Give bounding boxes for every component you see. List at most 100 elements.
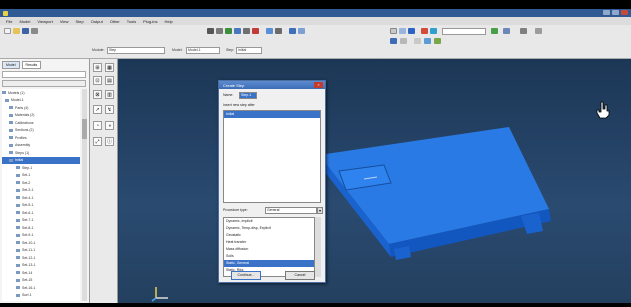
tree-item[interactable]: Set-7-1 bbox=[2, 217, 80, 225]
options-icon[interactable] bbox=[430, 28, 437, 34]
color-icon[interactable] bbox=[491, 28, 498, 34]
tree-item[interactable]: Steps (1) bbox=[2, 149, 80, 157]
magnify-icon[interactable] bbox=[234, 28, 241, 34]
remove-icon[interactable] bbox=[414, 38, 421, 44]
close-button[interactable] bbox=[621, 10, 628, 15]
menu-item-5[interactable]: Output bbox=[91, 19, 103, 24]
tree-item[interactable]: Assembly bbox=[2, 142, 80, 150]
box-zoom-icon[interactable] bbox=[252, 28, 259, 34]
query-tool[interactable]: ⤢ bbox=[93, 137, 102, 146]
menu-item-2[interactable]: Viewport bbox=[37, 19, 53, 24]
history-output-manager-tool[interactable]: ▥ bbox=[105, 90, 114, 99]
show-all-icon[interactable] bbox=[434, 38, 441, 44]
viewport[interactable] bbox=[119, 59, 631, 303]
tree-item[interactable]: Parts (4) bbox=[2, 104, 80, 112]
list-item[interactable]: Dynamic, Implicit bbox=[224, 218, 314, 225]
tree-item[interactable]: Calibrations bbox=[2, 119, 80, 127]
controls-tool[interactable]: ◔ bbox=[93, 121, 102, 130]
info-tool[interactable]: ⓘ bbox=[105, 137, 114, 146]
module-select[interactable]: Step bbox=[107, 47, 165, 54]
render-wire-icon[interactable] bbox=[390, 28, 397, 34]
procedure-type-select[interactable]: General bbox=[265, 207, 317, 214]
zoom-icon[interactable] bbox=[243, 28, 250, 34]
render-shaded-icon[interactable] bbox=[408, 28, 415, 34]
menu-item-4[interactable]: Step bbox=[75, 19, 83, 24]
open-icon[interactable] bbox=[13, 28, 20, 34]
tree-item[interactable]: Set-5-1 bbox=[2, 202, 80, 210]
model-select[interactable]: Model-1 bbox=[186, 47, 220, 54]
cycle-views-icon[interactable] bbox=[275, 28, 282, 34]
insert-after-list[interactable]: Initial bbox=[223, 110, 321, 203]
chevron-down-icon[interactable]: ▾ bbox=[317, 207, 323, 214]
tree-item[interactable]: Initial bbox=[2, 156, 80, 164]
field-output-tool[interactable]: ⊡ bbox=[93, 76, 102, 85]
menu-item-0[interactable]: File bbox=[6, 19, 12, 24]
view-iso-icon[interactable] bbox=[289, 28, 296, 34]
tree-item[interactable]: Sections (2) bbox=[2, 127, 80, 135]
controls-manager-tool[interactable]: ◑ bbox=[105, 121, 114, 130]
tree-item[interactable]: Set-11-1 bbox=[2, 247, 80, 255]
tree-item[interactable]: Set-14 bbox=[2, 269, 80, 277]
tree-item[interactable]: Set-4-1 bbox=[2, 194, 80, 202]
tree-filter-row[interactable] bbox=[2, 71, 86, 78]
maximize-button[interactable] bbox=[612, 10, 619, 15]
create-step-tool[interactable]: ⊞ bbox=[93, 63, 102, 72]
step-select[interactable]: Initial bbox=[236, 47, 262, 54]
tree-item[interactable]: Model-1 bbox=[2, 97, 80, 105]
list-item[interactable]: Dynamic, Temp-disp, Explicit bbox=[224, 225, 314, 232]
step-manager-tool[interactable]: ▦ bbox=[105, 63, 114, 72]
tree-item[interactable]: Set-8-1 bbox=[2, 224, 80, 232]
tree-item[interactable]: Set-13-1 bbox=[2, 262, 80, 270]
replace-icon[interactable] bbox=[400, 38, 407, 44]
panel-tab-1[interactable]: Results bbox=[21, 61, 42, 69]
cancel-button[interactable]: Cancel bbox=[285, 271, 315, 280]
tree-item[interactable]: Fields Output Requests bbox=[2, 299, 80, 302]
list-item[interactable]: Initial bbox=[224, 111, 320, 118]
query-icon[interactable] bbox=[207, 28, 214, 34]
tree-item[interactable]: Materials (2) bbox=[2, 112, 80, 120]
tree-item[interactable]: Set-10-1 bbox=[2, 239, 80, 247]
tree-item[interactable]: Step-1 bbox=[2, 164, 80, 172]
menu-item-1[interactable]: Model bbox=[19, 19, 30, 24]
menu-item-8[interactable]: Plug-ins bbox=[143, 19, 157, 24]
continue-button[interactable]: Continue... bbox=[231, 271, 261, 280]
save-icon[interactable] bbox=[22, 28, 29, 34]
tree-item[interactable]: Models (1) bbox=[2, 89, 80, 97]
tree-scrollbar[interactable] bbox=[82, 89, 87, 301]
procedure-list[interactable]: Dynamic, Implicit Dynamic, Temp-disp, Exp… bbox=[223, 217, 315, 277]
panel-tab-0[interactable]: Model bbox=[2, 61, 20, 69]
list-item[interactable]: Geostatic bbox=[224, 232, 314, 239]
list-item[interactable]: Heat transfer bbox=[224, 239, 314, 246]
menu-item-7[interactable]: Tools bbox=[127, 19, 136, 24]
rotate-icon[interactable] bbox=[225, 28, 232, 34]
adaptive-manager-tool[interactable]: ↯ bbox=[105, 105, 114, 114]
view-manager-icon[interactable] bbox=[390, 38, 397, 44]
adaptive-tool[interactable]: ↗ bbox=[93, 105, 102, 114]
menu-item-6[interactable]: Other bbox=[110, 19, 120, 24]
more-tools-icon[interactable] bbox=[535, 28, 542, 34]
procedure-list-scrollbar[interactable] bbox=[315, 217, 321, 277]
color-code-icon[interactable] bbox=[421, 28, 428, 34]
view-front-icon[interactable] bbox=[298, 28, 305, 34]
minimize-button[interactable] bbox=[603, 10, 610, 15]
tree-item[interactable]: Set-6-1 bbox=[2, 209, 80, 217]
render-hidden-icon[interactable] bbox=[399, 28, 406, 34]
menu-item-9[interactable]: Help bbox=[165, 19, 173, 24]
tree-item[interactable]: Surf-1 bbox=[2, 292, 80, 300]
list-item[interactable]: Soils bbox=[224, 253, 314, 260]
auto-fit-icon[interactable] bbox=[266, 28, 273, 34]
tree-item[interactable]: Set-9-1 bbox=[2, 232, 80, 240]
list-item[interactable]: Static, General bbox=[224, 260, 314, 267]
tree-item[interactable]: Set-15 bbox=[2, 277, 80, 285]
add-icon[interactable] bbox=[424, 38, 431, 44]
tree-item[interactable]: Set-16-1 bbox=[2, 284, 80, 292]
new-icon[interactable] bbox=[4, 28, 11, 34]
tree-item[interactable]: Set-1 bbox=[2, 172, 80, 180]
name-field[interactable]: Step-1 bbox=[239, 92, 257, 99]
menu-item-3[interactable]: View bbox=[60, 19, 69, 24]
tree-item[interactable]: Set-2 bbox=[2, 179, 80, 187]
tree-item[interactable]: Set-12-1 bbox=[2, 254, 80, 262]
pan-icon[interactable] bbox=[216, 28, 223, 34]
list-item[interactable]: Mass diffusion bbox=[224, 246, 314, 253]
tree-item[interactable]: Profiles bbox=[2, 134, 80, 142]
